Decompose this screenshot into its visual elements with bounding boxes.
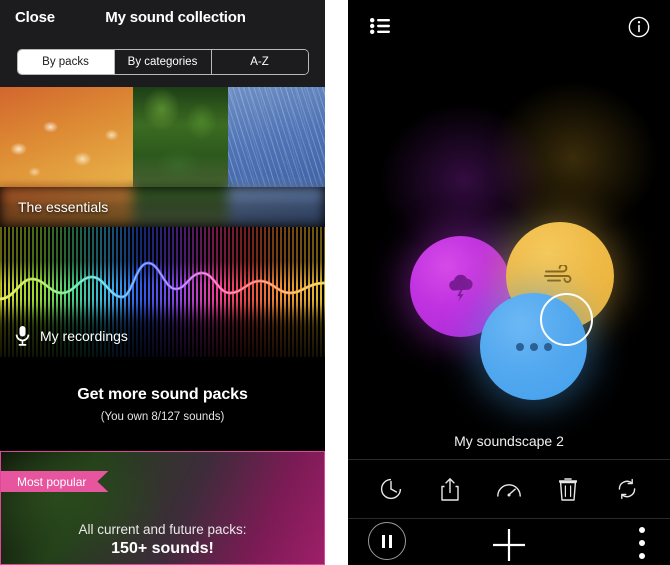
add-sound-button[interactable] [348,523,670,565]
gauge-icon [497,484,521,497]
sound-pack-card-recordings[interactable]: My recordings [0,227,325,357]
timer-icon [381,478,402,500]
soundscape-name[interactable]: My soundscape 2 [348,422,670,459]
artwork-panel-forest [133,87,228,187]
owned-sounds-count: (You own 8/127 sounds) [100,410,225,423]
loop-button[interactable] [607,469,647,509]
share-button[interactable] [430,469,470,509]
artwork-panel-rain [227,87,325,187]
share-icon [441,477,459,501]
info-icon[interactable] [628,16,650,43]
timer-button[interactable] [371,469,411,509]
overflow-menu-button[interactable] [639,527,645,559]
sound-pack-card-essentials[interactable]: The essentials [0,87,325,227]
soundscape-canvas[interactable] [348,56,670,422]
mixer-top-bar [348,0,670,56]
three-dots-icon [515,342,552,351]
promo-text-block: All current and future packs: 150+ sound… [1,522,324,558]
soundscape-mixer-screen: My soundscape 2 [348,0,670,565]
promo-headline: 150+ sounds! [111,540,214,557]
get-more-sound-packs-card[interactable]: Get more sound packs (You own 8/127 soun… [0,357,325,451]
recordings-label: My recordings [40,328,128,344]
thunderstorm-cloud-icon [448,274,473,301]
delete-button[interactable] [548,469,588,509]
playback-bar [348,519,670,565]
tab-by-packs[interactable]: By packs [17,49,115,74]
artwork-panel-meadow [0,87,134,187]
kebab-dot-1 [639,527,645,533]
wind-icon [544,265,572,283]
promo-card-all-packs[interactable]: Most popular All current and future pack… [0,451,325,565]
promo-subtitle: All current and future packs: [78,522,247,537]
navigation-bar: Close My sound collection [0,0,325,36]
list-icon[interactable] [370,18,390,39]
microphone-icon [15,326,30,346]
essentials-artwork [0,87,325,187]
recordings-row: My recordings [14,325,128,347]
tab-a-z[interactable]: A-Z [211,49,308,74]
segmented-control[interactable]: By packs By categories A-Z [16,48,309,75]
sound-collection-screen: Close My sound collection By packs By ca… [0,0,325,565]
get-more-title: Get more sound packs [77,385,248,403]
kebab-dot-3 [639,553,645,559]
kebab-dot-2 [639,540,645,546]
segmented-control-container: By packs By categories A-Z [0,36,325,87]
most-popular-ribbon: Most popular [1,471,108,492]
speed-button[interactable] [489,469,529,509]
page-title: My sound collection [105,9,246,26]
trash-icon [558,477,577,501]
tab-by-categories[interactable]: By categories [114,49,212,74]
selection-ring[interactable] [540,293,593,346]
app-screenshot: Close My sound collection By packs By ca… [0,0,670,565]
plus-icon [493,529,525,561]
loop-icon [618,478,635,500]
mixer-toolbar [348,459,670,519]
essentials-label: The essentials [18,199,109,215]
